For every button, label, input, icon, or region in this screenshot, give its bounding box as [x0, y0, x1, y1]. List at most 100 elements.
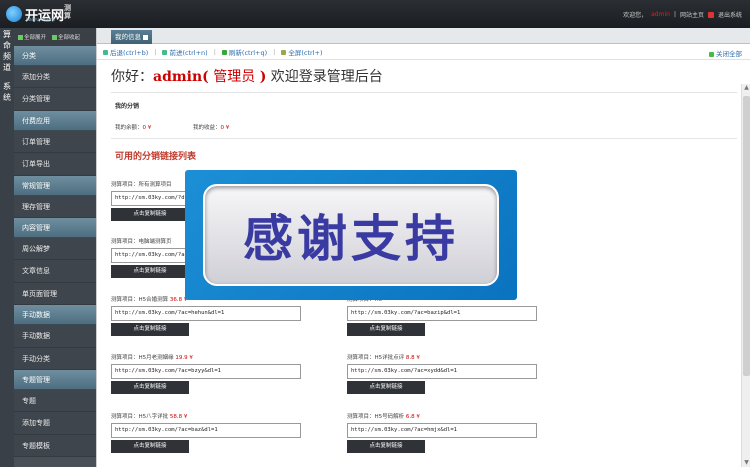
sidebar-item[interactable]: 订单导出 — [14, 153, 96, 176]
link-card: 测算项目：H5八字详批 58.8 ¥ http://sm.03ky.com/?ac… — [111, 412, 301, 453]
vertical-scrollbar[interactable]: ▲ ▼ — [741, 84, 750, 467]
divider: | — [673, 11, 676, 18]
welcome-user: admin( — [153, 69, 209, 85]
copy-link-button[interactable]: 点击复制链接 — [347, 381, 425, 394]
divider-line — [111, 138, 737, 139]
sidebar-group-header[interactable]: 付费应用 — [14, 110, 96, 131]
category-char: 命 — [3, 41, 11, 50]
sidebar-group-header[interactable]: 内容管理 — [14, 217, 96, 238]
forward-icon — [162, 50, 168, 55]
sidebar-item[interactable]: 专题模板 — [14, 434, 96, 458]
logo-icon — [6, 6, 22, 22]
copy-link-button[interactable]: 点击复制链接 — [111, 208, 189, 221]
project-price: 8.8 ¥ — [405, 355, 420, 361]
close-all-button[interactable]: 关闭全部 — [709, 48, 742, 58]
sidebar-item[interactable]: 添加分类 — [14, 66, 96, 89]
sidebar: 全部展开 全部收起 分类 添加分类 分类管理 付费应用 订单管理 订单导出 常规管理 理存管理… — [14, 28, 96, 467]
refresh-button[interactable]: 刷新(ctrl+q) — [221, 47, 267, 57]
forward-button[interactable]: 前进(ctrl+n) — [162, 47, 208, 57]
close-all-icon — [709, 51, 714, 57]
balance-stat: 我的余额：0 ¥ — [115, 125, 152, 131]
divider-line — [111, 92, 737, 93]
sidebar-item[interactable]: 添加专题 — [14, 412, 96, 435]
category-column[interactable]: 算命频道系统 — [0, 28, 14, 467]
sidebar-tools: 全部展开 全部收起 — [14, 28, 96, 46]
separator: | — [154, 47, 157, 56]
logout-icon — [707, 11, 714, 18]
share-url-field[interactable]: http://sm.03ky.com/?ac=bazip&dl=1 — [347, 306, 537, 321]
scroll-up-icon[interactable]: ▲ — [743, 84, 750, 92]
sidebar-item[interactable]: 订单管理 — [14, 130, 96, 154]
copy-link-button[interactable]: 点击复制链接 — [111, 440, 189, 453]
sidebar-item[interactable]: 分类管理 — [14, 88, 96, 111]
share-url-field[interactable]: http://sm.03ky.com/?ac=hmjx&dl=1 — [347, 423, 537, 438]
fullscreen-button[interactable]: 全屏(ctrl+) — [281, 47, 322, 57]
thanks-text: 感谢支持 — [243, 210, 459, 268]
thanks-overlay: 感谢支持 — [185, 170, 517, 300]
category-char: 系 — [3, 82, 11, 91]
sidebar-item[interactable]: 单页面管理 — [14, 282, 96, 306]
link-card: 测算项目：H5合婚测算 36.8 ¥ http://sm.03ky.com/?ac… — [111, 295, 301, 336]
copy-link-button[interactable]: 点击复制链接 — [347, 323, 425, 336]
earned-stat: 我的收益：0 ¥ — [193, 125, 230, 131]
project-label: 测算项目：H5八字详批 58.8 ¥ — [111, 414, 188, 420]
tab-close-icon[interactable] — [143, 34, 148, 40]
sidebar-group-header[interactable]: 分类 — [14, 46, 96, 66]
home-link[interactable]: 网站主页 — [680, 10, 704, 19]
share-url-field[interactable]: http://sm.03ky.com/?ac=baz&dl=1 — [111, 423, 301, 438]
copy-link-button[interactable]: 点击复制链接 — [111, 265, 189, 278]
share-url-field[interactable]: http://sm.03ky.com/?ac=hehun&dl=1 — [111, 306, 301, 321]
logo-subtitle: kaiyun.com — [26, 17, 55, 23]
tab-my-info[interactable]: 我的信息 — [111, 30, 152, 44]
tab-bar: 我的信息 — [97, 28, 750, 44]
separator: | — [213, 47, 216, 56]
back-button[interactable]: 后退(ctrl+b) — [103, 47, 148, 57]
sidebar-item[interactable]: 文章信息 — [14, 260, 96, 283]
scroll-down-icon[interactable]: ▼ — [743, 459, 750, 467]
expand-icon — [18, 35, 23, 40]
link-card: 测算项目：H5详批点评 8.8 ¥ http://sm.03ky.com/?ac=… — [347, 353, 537, 394]
sidebar-item[interactable]: 专题 — [14, 389, 96, 413]
sidebar-group-header[interactable]: 常规管理 — [14, 175, 96, 196]
copy-link-button[interactable]: 点击复制链接 — [347, 440, 425, 453]
share-url-field[interactable]: http://sm.03ky.com/?ac=xydd&dl=1 — [347, 364, 537, 379]
copy-link-button[interactable]: 点击复制链接 — [111, 381, 189, 394]
category-char: 频 — [3, 52, 11, 61]
welcome-label: 欢迎您， — [623, 12, 648, 19]
sidebar-item[interactable]: 理存管理 — [14, 195, 96, 218]
top-header: 开运网 kaiyun.com 测算 欢迎您， admin | 网站主页 退出系统 — [0, 0, 750, 28]
sidebar-group-header[interactable]: 手动数据 — [14, 305, 96, 326]
sidebar-item[interactable]: 手动分类 — [14, 347, 96, 370]
category-char: 道 — [3, 63, 11, 72]
my-distribution-title: 我的分销 — [115, 103, 140, 110]
collapse-all-button[interactable]: 全部收起 — [52, 33, 80, 41]
link-card: 测算项目：H5号码解析 6.8 ¥ http://sm.03ky.com/?ac=… — [347, 412, 537, 453]
scroll-thumb[interactable] — [743, 96, 750, 376]
nav-toolbar: 后退(ctrl+b) | 前进(ctrl+n) | 刷新(ctrl+q) | 全… — [97, 44, 750, 60]
link-card: 测算项目：H5 http://sm.03ky.com/?ac=bazip&dl=… — [347, 295, 537, 336]
user-bar: 欢迎您， admin | 网站主页 退出系统 — [623, 10, 742, 19]
category-char: 统 — [3, 93, 11, 102]
refresh-icon — [221, 50, 227, 55]
welcome-role: 管理员 — [213, 69, 256, 85]
logo-tag: 测算 — [64, 4, 71, 20]
copy-link-button[interactable]: 点击复制链接 — [111, 323, 189, 336]
share-url-field[interactable]: http://sm.03ky.com/?ac=bzyy&dl=1 — [111, 364, 301, 379]
separator: | — [273, 47, 276, 56]
thanks-panel: 感谢支持 — [203, 184, 499, 286]
sidebar-group-header[interactable]: 专题管理 — [14, 369, 96, 390]
sidebar-menu: 分类 添加分类 分类管理 付费应用 订单管理 订单导出 常规管理 理存管理 内容管理 周公解梦 文章… — [14, 46, 96, 458]
sidebar-item[interactable]: 周公解梦 — [14, 237, 96, 261]
expand-all-button[interactable]: 全部展开 — [18, 33, 46, 41]
logout-link[interactable]: 退出系统 — [718, 10, 742, 19]
sidebar-item[interactable]: 手动数据 — [14, 325, 96, 348]
fullscreen-icon — [281, 50, 287, 55]
project-label: 测算项目：H5详批点评 8.8 ¥ — [347, 355, 420, 361]
back-icon — [103, 50, 108, 55]
current-user: admin — [651, 11, 670, 18]
project-label: 测算项目：H5号码解析 6.8 ¥ — [347, 414, 420, 420]
link-card: 测算项目：H5月老测姻缘 19.9 ¥ http://sm.03ky.com/?a… — [111, 353, 301, 394]
project-label: 测算项目：H5月老测姻缘 19.9 ¥ — [111, 355, 193, 361]
category-char: 算 — [3, 30, 11, 39]
project-price: 19.9 ¥ — [175, 355, 193, 361]
